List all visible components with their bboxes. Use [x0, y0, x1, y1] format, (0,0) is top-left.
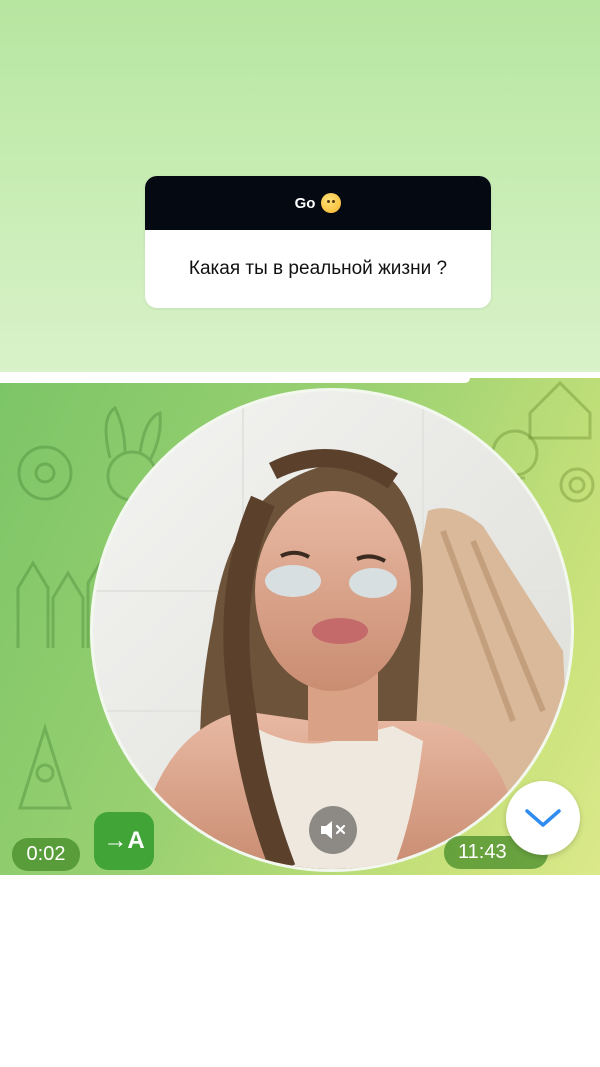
chat-top-edge	[0, 378, 470, 383]
video-duration: 0:02	[12, 838, 80, 871]
hugging-face-emoji-icon	[321, 193, 342, 213]
speaker-muted-icon	[321, 821, 346, 839]
question-header-text: Go	[294, 194, 316, 212]
scroll-down-button[interactable]	[506, 781, 580, 855]
chevron-down-icon	[525, 809, 561, 827]
translate-button[interactable]: →A	[94, 812, 154, 870]
question-text: Какая ты в реальной жизни ?	[188, 258, 448, 279]
question-sticker[interactable]: Go Какая ты в реальной жизни ?	[145, 176, 491, 308]
round-video-message[interactable]	[93, 391, 571, 869]
donut-doodle-icon	[17, 445, 73, 501]
translate-label: →A	[103, 827, 145, 854]
video-frame	[93, 391, 571, 869]
snail-doodle-icon	[559, 467, 595, 503]
timestamp-text: 11:43	[458, 841, 507, 863]
mute-toggle-button[interactable]	[309, 806, 357, 854]
rocket-doodle-icon	[17, 722, 73, 810]
question-header: Go	[145, 176, 491, 230]
house-doodle-icon	[528, 380, 592, 440]
